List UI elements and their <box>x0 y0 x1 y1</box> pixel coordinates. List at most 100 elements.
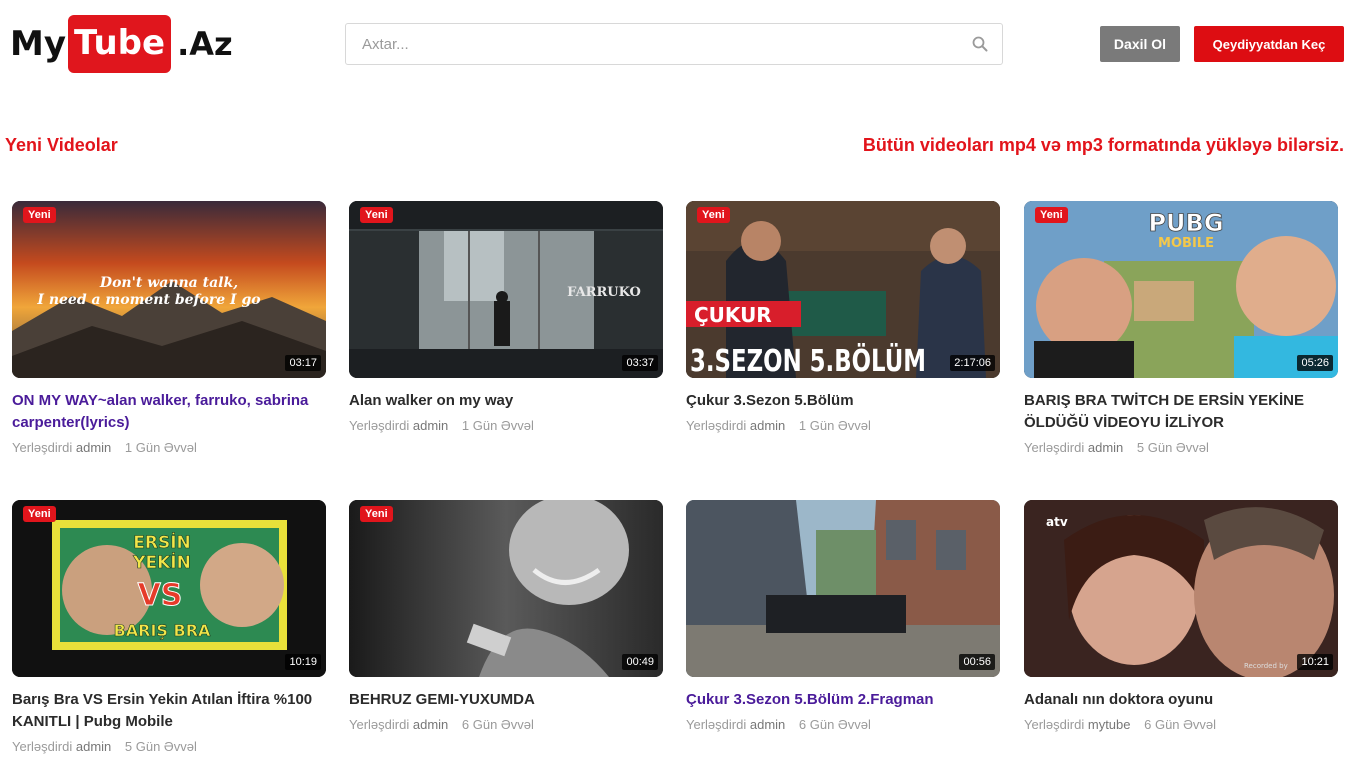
recorded-watermark: Recorded by <box>1244 662 1288 670</box>
new-badge: Yeni <box>360 506 393 522</box>
video-card[interactable]: Yeni 00:49 BEHRUZ GEMI-YUXUMDA Yerləşdir… <box>349 500 663 732</box>
thumbnail-image <box>686 500 1000 677</box>
video-title-link[interactable]: Çukur 3.Sezon 5.Bölüm <box>686 390 1000 412</box>
login-button[interactable]: Daxil Ol <box>1100 26 1180 62</box>
video-title-link[interactable]: Alan walker on my way <box>349 390 663 412</box>
thumbnail-image: ERSİN YEKİN VS BARIŞ BRA <box>12 500 326 677</box>
video-meta: Yerləşdirdi admin 6 Gün Əvvəl <box>686 717 1000 732</box>
search-icon <box>972 36 988 52</box>
section-title: Yeni Videolar <box>5 135 118 155</box>
thumb-caption-name3: BARIŞ BRA <box>114 621 211 640</box>
thumbnail-image: PUBG MOBILE <box>1024 201 1338 378</box>
search-bar <box>345 23 1003 65</box>
video-duration: 10:19 <box>285 654 321 670</box>
video-duration: 03:17 <box>285 355 321 371</box>
posted-by-label: Yerləşdirdi <box>1024 440 1085 455</box>
new-badge: Yeni <box>360 207 393 223</box>
thumb-caption-vs: VS <box>138 578 183 613</box>
new-badge: Yeni <box>697 207 730 223</box>
thumb-caption-episode: 3.SEZON 5.BÖLÜM <box>690 342 926 378</box>
video-card[interactable]: 00:56 Çukur 3.Sezon 5.Bölüm 2.Fragman Ye… <box>686 500 1000 732</box>
thumb-caption: FARRUKO <box>567 285 641 300</box>
video-author[interactable]: admin <box>76 440 111 455</box>
posted-by-label: Yerləşdirdi <box>349 418 410 433</box>
video-time: 1 Gün Əvvəl <box>461 418 534 433</box>
register-button[interactable]: Qeydiyyatdan Keç <box>1194 26 1344 62</box>
thumb-caption-sub: MOBILE <box>1158 236 1214 251</box>
video-card[interactable]: ERSİN YEKİN VS BARIŞ BRA Yeni 10:19 Barı… <box>12 500 326 754</box>
video-time: 6 Gün Əvvəl <box>1144 717 1217 732</box>
video-card[interactable]: ÇUKUR 3.SEZON 5.BÖLÜM Yeni 2:17:06 Çukur… <box>686 201 1000 433</box>
video-thumbnail[interactable]: ÇUKUR 3.SEZON 5.BÖLÜM Yeni 2:17:06 <box>686 201 1000 378</box>
video-thumbnail[interactable]: 00:56 <box>686 500 1000 677</box>
logo-text-tube: Tube <box>68 15 172 73</box>
posted-by-label: Yerləşdirdi <box>1024 717 1085 732</box>
video-duration: 10:21 <box>1297 654 1333 670</box>
thumb-caption-name2: YEKİN <box>132 551 191 573</box>
video-thumbnail[interactable]: atv Recorded by 10:21 <box>1024 500 1338 677</box>
video-time: 6 Gün Əvvəl <box>798 717 871 732</box>
new-badge: Yeni <box>23 506 56 522</box>
video-author[interactable]: admin <box>76 739 111 754</box>
video-meta: Yerləşdirdi admin 1 Gün Əvvəl <box>686 418 1000 433</box>
logo-text-az: .Az <box>177 25 233 63</box>
search-button[interactable] <box>958 24 1002 64</box>
video-author[interactable]: mytube <box>1088 717 1131 732</box>
posted-by-label: Yerləşdirdi <box>12 739 73 754</box>
video-thumbnail[interactable]: ERSİN YEKİN VS BARIŞ BRA Yeni 10:19 <box>12 500 326 677</box>
video-author[interactable]: admin <box>750 418 785 433</box>
video-card[interactable]: PUBG MOBILE Yeni 05:26 BARIŞ BRA TWİTCH … <box>1024 201 1338 455</box>
video-author[interactable]: admin <box>413 418 448 433</box>
video-meta: Yerləşdirdi admin 5 Gün Əvvəl <box>12 739 326 754</box>
new-badge: Yeni <box>23 207 56 223</box>
video-duration: 05:26 <box>1297 355 1333 371</box>
video-duration: 03:37 <box>622 355 658 371</box>
video-author[interactable]: admin <box>413 717 448 732</box>
video-meta: Yerləşdirdi admin 1 Gün Əvvəl <box>12 440 326 455</box>
video-duration: 2:17:06 <box>950 355 995 371</box>
posted-by-label: Yerləşdirdi <box>686 418 747 433</box>
video-meta: Yerləşdirdi admin 6 Gün Əvvəl <box>349 717 663 732</box>
format-notice: Bütün videoları mp4 və mp3 formatında yü… <box>862 135 1344 155</box>
video-thumbnail[interactable]: FARRUKO Yeni 03:37 <box>349 201 663 378</box>
thumb-caption-show: ÇUKUR <box>694 303 772 327</box>
video-card[interactable]: Don't wanna talk, I need a moment before… <box>12 201 326 455</box>
video-duration: 00:49 <box>622 654 658 670</box>
thumb-caption-line2: I need a moment before I go <box>36 292 260 308</box>
thumb-caption-game: PUBG <box>1148 209 1223 237</box>
video-meta: Yerləşdirdi mytube 6 Gün Əvvəl <box>1024 717 1338 732</box>
video-thumbnail[interactable]: Don't wanna talk, I need a moment before… <box>12 201 326 378</box>
video-time: 6 Gün Əvvəl <box>461 717 534 732</box>
video-title-link[interactable]: ON MY WAY~alan walker, farruko, sabrina … <box>12 390 326 434</box>
thumbnail-image <box>349 500 663 677</box>
video-title-link[interactable]: Adanalı nın doktora oyunu <box>1024 689 1338 711</box>
video-meta: Yerləşdirdi admin 5 Gün Əvvəl <box>1024 440 1338 455</box>
video-time: 5 Gün Əvvəl <box>124 739 197 754</box>
video-duration: 00:56 <box>959 654 995 670</box>
thumb-caption-line1: Don't wanna talk, <box>99 275 238 291</box>
logo-text-my: My <box>10 24 66 64</box>
site-logo[interactable]: My Tube .Az <box>10 14 233 74</box>
thumbnail-image: Don't wanna talk, I need a moment before… <box>12 201 326 378</box>
video-thumbnail[interactable]: Yeni 00:49 <box>349 500 663 677</box>
channel-watermark: atv <box>1046 515 1068 529</box>
video-meta: Yerləşdirdi admin 1 Gün Əvvəl <box>349 418 663 433</box>
video-time: 1 Gün Əvvəl <box>798 418 871 433</box>
video-title-link[interactable]: Barış Bra VS Ersin Yekin Atılan İftira %… <box>12 689 326 733</box>
search-input[interactable] <box>346 24 958 64</box>
video-author[interactable]: admin <box>1088 440 1123 455</box>
video-time: 1 Gün Əvvəl <box>124 440 197 455</box>
video-title-link[interactable]: BEHRUZ GEMI-YUXUMDA <box>349 689 663 711</box>
thumbnail-image: ÇUKUR 3.SEZON 5.BÖLÜM <box>686 201 1000 378</box>
posted-by-label: Yerləşdirdi <box>686 717 747 732</box>
video-card[interactable]: atv Recorded by 10:21 Adanalı nın doktor… <box>1024 500 1338 732</box>
video-author[interactable]: admin <box>750 717 785 732</box>
posted-by-label: Yerləşdirdi <box>349 717 410 732</box>
new-badge: Yeni <box>1035 207 1068 223</box>
video-title-link[interactable]: BARIŞ BRA TWİTCH DE ERSİN YEKİNE ÖLDÜĞÜ … <box>1024 390 1338 434</box>
video-card[interactable]: FARRUKO Yeni 03:37 Alan walker on my way… <box>349 201 663 433</box>
thumbnail-image: atv Recorded by <box>1024 500 1338 677</box>
posted-by-label: Yerləşdirdi <box>12 440 73 455</box>
video-title-link[interactable]: Çukur 3.Sezon 5.Bölüm 2.Fragman <box>686 689 1000 711</box>
video-thumbnail[interactable]: PUBG MOBILE Yeni 05:26 <box>1024 201 1338 378</box>
